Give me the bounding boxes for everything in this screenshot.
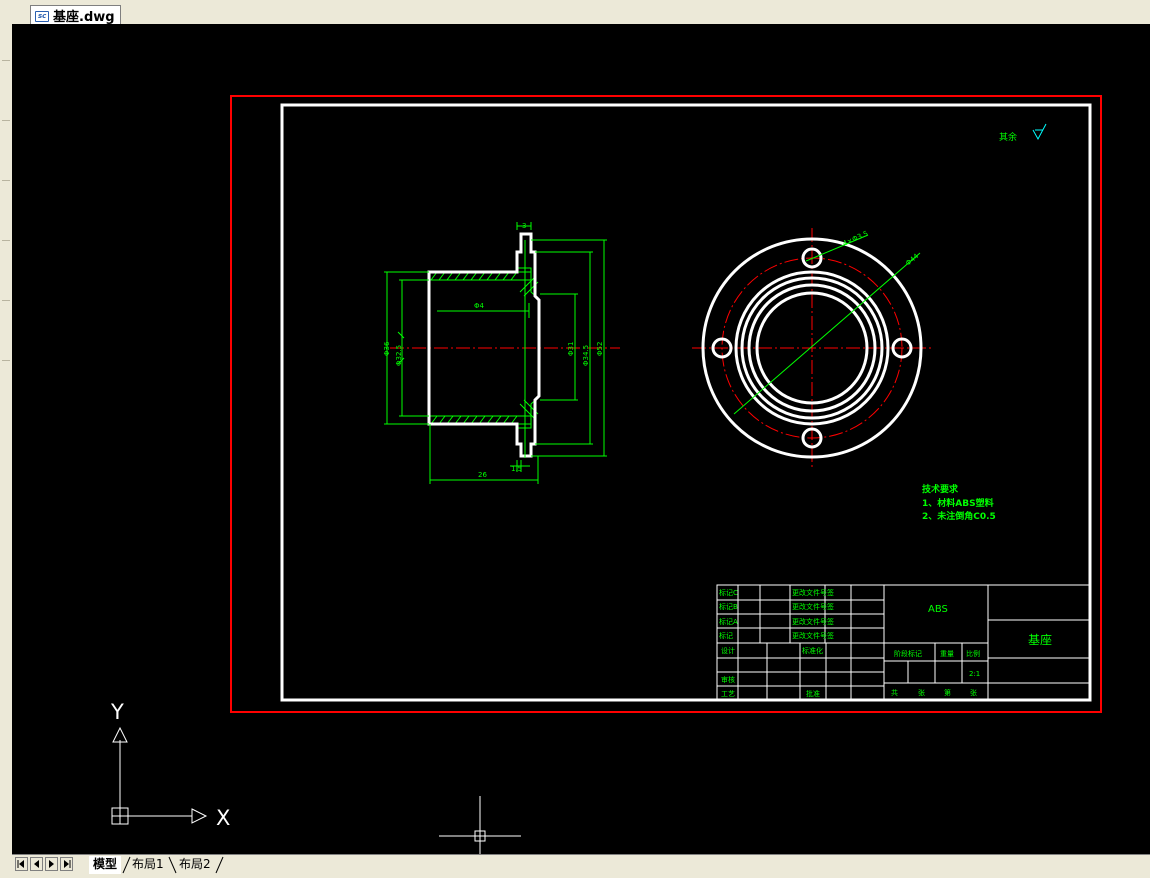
dock-marker bbox=[2, 360, 10, 361]
material-value: ABS bbox=[928, 604, 948, 615]
scale-value: 2:1 bbox=[969, 670, 980, 678]
revision-mark: 标记C bbox=[719, 588, 738, 597]
sheet-label: 张 bbox=[970, 688, 977, 697]
dim-top-width: 3 bbox=[522, 222, 526, 230]
paper-boundary bbox=[230, 95, 1102, 713]
drawing-canvas[interactable]: 其余 3 Φ4 Φ36 Φ32.5 Φ31 Φ34.5 Φ52 26 1.5 4… bbox=[12, 24, 1150, 854]
tab-divider bbox=[215, 856, 224, 874]
drawing-frame bbox=[280, 103, 1092, 702]
revision-doc: 更改文件号签 bbox=[792, 617, 834, 626]
dim-step: 1.5 bbox=[511, 465, 522, 473]
label-design: 设计 bbox=[721, 646, 735, 655]
document-tab-title: 基座.dwg bbox=[53, 10, 115, 25]
dim-hole-note: 4×Φ3.5 bbox=[842, 230, 870, 248]
dock-marker bbox=[2, 60, 10, 61]
dim-left-diameter-inner: Φ32.5 bbox=[395, 345, 403, 366]
label-weight: 重量 bbox=[940, 650, 954, 658]
tab-layout2[interactable]: 布局2 bbox=[175, 856, 215, 873]
label-ratio: 比例 bbox=[966, 649, 980, 658]
ucs-icon bbox=[111, 726, 208, 825]
label-stage-mark: 阶段标记 bbox=[894, 649, 922, 658]
part-name: 基座 bbox=[1028, 632, 1052, 647]
sheet-label: 第 bbox=[944, 688, 951, 697]
revision-mark: 标记 bbox=[719, 631, 733, 640]
label-review: 审核 bbox=[721, 675, 735, 684]
document-tab[interactable]: sc 基座.dwg bbox=[30, 5, 121, 25]
dock-marker bbox=[2, 300, 10, 301]
title-block: 标记C 标记B 标记A 标记 更改文件号签 更改文件号签 更改文件号签 更改文件… bbox=[716, 584, 1090, 701]
layout-tab-bar: 模型 布局1 布局2 bbox=[12, 854, 1150, 878]
dock-marker bbox=[2, 180, 10, 181]
tab-model[interactable]: 模型 bbox=[89, 856, 122, 874]
roughness-symbol bbox=[1032, 123, 1047, 141]
revision-doc: 更改文件号签 bbox=[792, 631, 834, 640]
tech-requirement-item: 1、材料ABS塑料 bbox=[922, 497, 994, 509]
ucs-x-label: X bbox=[216, 806, 230, 830]
tech-requirements: 技术要求 1、材料ABS塑料 2、未注倒角C0.5 bbox=[922, 483, 996, 522]
dock-marker bbox=[2, 120, 10, 121]
sheet-label: 共 bbox=[891, 688, 898, 697]
label-standardize: 标准化 bbox=[802, 646, 823, 655]
sheet-label: 张 bbox=[918, 688, 925, 697]
dock-marker bbox=[2, 240, 10, 241]
dim-inner-diameter: Φ4 bbox=[474, 302, 485, 310]
dim-right-diameter: Φ34.5 bbox=[582, 345, 590, 366]
revision-mark: 标记B bbox=[719, 602, 738, 611]
last-tab-button[interactable] bbox=[60, 857, 73, 871]
crosshair-cursor bbox=[439, 796, 521, 854]
revision-doc: 更改文件号签 bbox=[792, 602, 834, 611]
ucs-y-label: Y bbox=[110, 700, 124, 724]
section-dimension-labels: 3 Φ4 Φ36 Φ32.5 Φ31 Φ34.5 Φ52 26 1.5 bbox=[383, 222, 604, 479]
tech-requirement-item: 2、未注倒角C0.5 bbox=[922, 510, 996, 522]
revision-mark: 标记A bbox=[719, 617, 738, 626]
dim-left-diameter: Φ36 bbox=[383, 341, 391, 356]
previous-tab-button[interactable] bbox=[30, 857, 43, 871]
dwg-file-icon: sc bbox=[34, 10, 50, 22]
label-process: 工艺 bbox=[721, 690, 735, 698]
tab-layout1[interactable]: 布局1 bbox=[128, 856, 168, 873]
label-approve: 批准 bbox=[806, 689, 820, 698]
dim-outer-diameter: Φ52 bbox=[596, 342, 604, 356]
dim-length: 26 bbox=[478, 471, 487, 479]
top-view bbox=[692, 228, 932, 468]
document-tab-strip: sc 基座.dwg bbox=[12, 0, 1150, 25]
dim-right-inner-diameter: Φ31 bbox=[567, 342, 575, 356]
next-tab-button[interactable] bbox=[45, 857, 58, 871]
first-tab-button[interactable] bbox=[15, 857, 28, 871]
revision-doc: 更改文件号签 bbox=[792, 588, 834, 597]
tech-requirements-title: 技术要求 bbox=[922, 483, 959, 495]
roughness-note: 其余 bbox=[999, 131, 1017, 143]
